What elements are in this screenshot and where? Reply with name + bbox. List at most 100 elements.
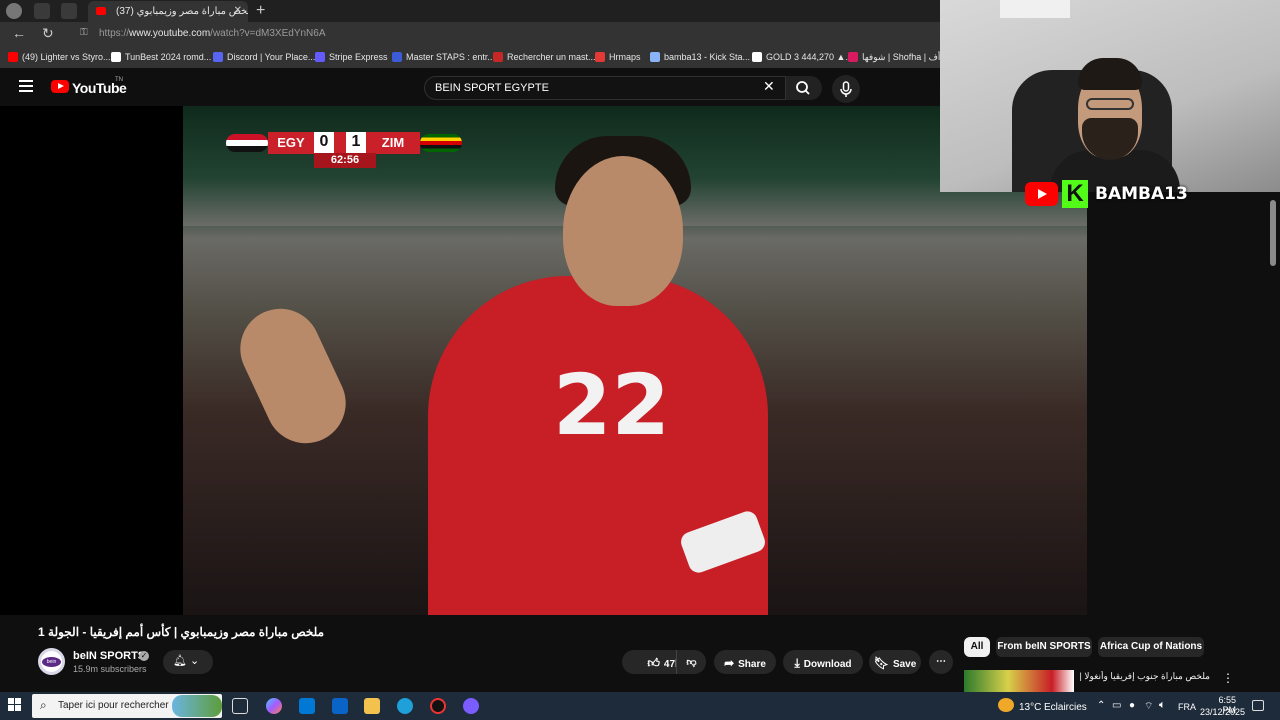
chevron-down-icon: ⌄ — [190, 655, 200, 667]
bookmark-favicon-icon — [650, 52, 660, 62]
more-vertical-icon[interactable]: ⋮ — [1222, 671, 1234, 685]
task-view-icon[interactable] — [232, 698, 248, 714]
file-explorer-icon[interactable] — [364, 698, 380, 714]
recommended-thumbnail[interactable] — [964, 670, 1074, 692]
bookmark-favicon-icon — [111, 52, 121, 62]
browser-tab-bar: ملخص مباراة مصر وزيمبابوي (37) ✕ + — [0, 0, 940, 22]
bookmark-favicon-icon — [493, 52, 503, 62]
tray-chevron-up-icon[interactable]: ⌃ — [1097, 700, 1105, 711]
streamer-brand-badge: K BAMBA13 — [1025, 180, 1190, 208]
tab-active[interactable]: ملخص مباراة مصر وزيمبابوي (37) ✕ — [88, 1, 248, 22]
bookmarks-bar: (49) Lighter vs Styro... TunBest 2024 ro… — [0, 46, 940, 68]
search-button[interactable] — [786, 76, 822, 100]
network-icon[interactable]: ▭ — [1112, 700, 1121, 711]
notification-center-icon[interactable] — [1252, 700, 1264, 711]
kick-logo-icon: K — [1062, 180, 1088, 208]
recommended-title[interactable]: ملخص مباراة جنوب إفريقيا وأنغولا | كأس — [1080, 671, 1210, 682]
bookmark-item[interactable]: TunBest 2024 romd... — [111, 52, 211, 62]
bookmark-favicon-icon — [752, 52, 762, 62]
chip-all[interactable]: All — [964, 637, 990, 657]
url-host: www.youtube.com — [129, 28, 211, 39]
more-actions-button[interactable]: ⋯ — [929, 650, 953, 674]
tab-close-icon[interactable]: ✕ — [234, 5, 242, 16]
microphone-tray-icon[interactable]: ● — [1129, 700, 1135, 711]
notifications-button[interactable]: 🔔︎ ⌄ — [163, 650, 213, 674]
bookmark-item[interactable]: GOLD 3 444,270 ▲... — [752, 52, 853, 62]
clock-date[interactable]: 23/12/2025 — [1200, 707, 1245, 717]
more-horizontal-icon: ⋯ — [936, 656, 946, 667]
input-language[interactable]: FRA — [1178, 702, 1196, 712]
bookmark-item[interactable]: (49) Lighter vs Styro... — [8, 52, 111, 62]
save-button[interactable]: 🔖︎ Save — [869, 650, 921, 674]
store-icon[interactable] — [299, 698, 315, 714]
channel-avatar[interactable] — [38, 648, 65, 675]
obs-icon[interactable] — [430, 698, 446, 714]
bookmark-favicon-icon — [392, 52, 402, 62]
channel-name[interactable]: beIN SPORTS — [73, 650, 145, 662]
url-path: /watch?v=dM3XEdYnN6A — [210, 28, 326, 39]
start-pane — [15, 698, 21, 704]
search-input[interactable]: BEIN SPORT EGYPTE — [424, 76, 786, 100]
start-pane — [8, 698, 14, 704]
streamer-glasses — [1086, 98, 1134, 110]
download-button[interactable]: ⤓ Download — [783, 650, 863, 674]
profile-icon[interactable] — [6, 3, 22, 19]
bookmark-favicon-icon — [595, 52, 605, 62]
clear-search-icon[interactable]: ✕ — [763, 78, 775, 95]
away-team: ZIM — [366, 132, 420, 154]
bookmark-item[interactable]: bamba13 - Kick Sta... — [650, 52, 750, 62]
save-label: Save — [892, 659, 917, 670]
thumbs-up-icon: 👍︎ — [647, 656, 660, 670]
url-prefix: https:// — [99, 28, 130, 39]
chip-africa-cup-of-nations[interactable]: Africa Cup of Nations — [1098, 637, 1204, 657]
bookmark-item[interactable]: Rechercher un mast... — [493, 52, 596, 62]
weather-text: Eclaircies — [1044, 702, 1087, 713]
bookmark-item[interactable]: شوفها | Shofha | أف... — [848, 52, 940, 63]
start-pane — [8, 705, 14, 711]
weather-icon[interactable] — [998, 698, 1014, 712]
download-icon: ⤓ — [794, 656, 800, 670]
copilot-icon[interactable] — [266, 698, 282, 714]
youtube-logo-icon[interactable] — [51, 80, 69, 93]
voice-search-button[interactable] — [832, 75, 860, 103]
search-highlight-image — [172, 695, 222, 717]
reload-icon[interactable]: ↻ — [42, 25, 54, 42]
temperature: 13°C — [1019, 702, 1042, 713]
verified-icon: ✓ — [139, 651, 149, 661]
bookmark-icon: 🔖︎ — [873, 656, 889, 670]
tab-actions-icon[interactable] — [61, 3, 77, 19]
player-head — [563, 156, 683, 306]
dislike-button[interactable]: 👎︎ — [676, 650, 706, 674]
windows-start-icon[interactable] — [8, 698, 22, 712]
scoreboard: EGY 0 1 ZIM — [226, 132, 462, 154]
chip-from-bein-sports[interactable]: From beIN SPORTS — [996, 637, 1092, 657]
bookmark-favicon-icon — [848, 52, 858, 62]
youtube-favicon-icon — [96, 7, 106, 15]
discord-icon[interactable] — [463, 698, 479, 714]
volume-icon[interactable]: 🔈︎ — [1159, 699, 1166, 712]
egypt-flag-icon — [226, 134, 268, 152]
youtube-header: YouTube TN BEIN SPORT EGYPTE ✕ — [0, 68, 940, 106]
workspaces-icon[interactable] — [34, 3, 50, 19]
bookmark-item[interactable]: Discord | Your Place... — [213, 52, 315, 62]
share-icon: ➦ — [724, 656, 735, 670]
wifi-icon[interactable]: ⌔ — [1144, 700, 1153, 713]
edge-icon[interactable] — [397, 698, 413, 714]
bookmark-item[interactable]: Master STAPS : entr... — [392, 52, 495, 62]
new-tab-button[interactable]: + — [256, 2, 265, 20]
site-info-icon[interactable]: ⚿ — [80, 27, 88, 38]
microphone-icon — [840, 81, 852, 97]
search-icon — [796, 81, 810, 95]
bookmark-item[interactable]: Stripe Express — [315, 52, 388, 62]
scrollbar-thumb[interactable] — [1270, 200, 1276, 266]
menu-icon[interactable] — [19, 80, 33, 92]
share-label: Share — [738, 659, 766, 670]
bookmark-favicon-icon — [315, 52, 325, 62]
back-arrow-icon[interactable]: ← — [12, 25, 26, 41]
share-button[interactable]: ➦ Share — [714, 650, 776, 674]
bookmark-item[interactable]: Hrmaps — [595, 52, 641, 62]
mail-icon[interactable] — [332, 698, 348, 714]
page-scrollbar[interactable] — [1268, 192, 1280, 692]
url-field[interactable]: https://www.youtube.com/watch?v=dM3XEdYn… — [99, 28, 326, 39]
home-team: EGY — [268, 132, 314, 154]
